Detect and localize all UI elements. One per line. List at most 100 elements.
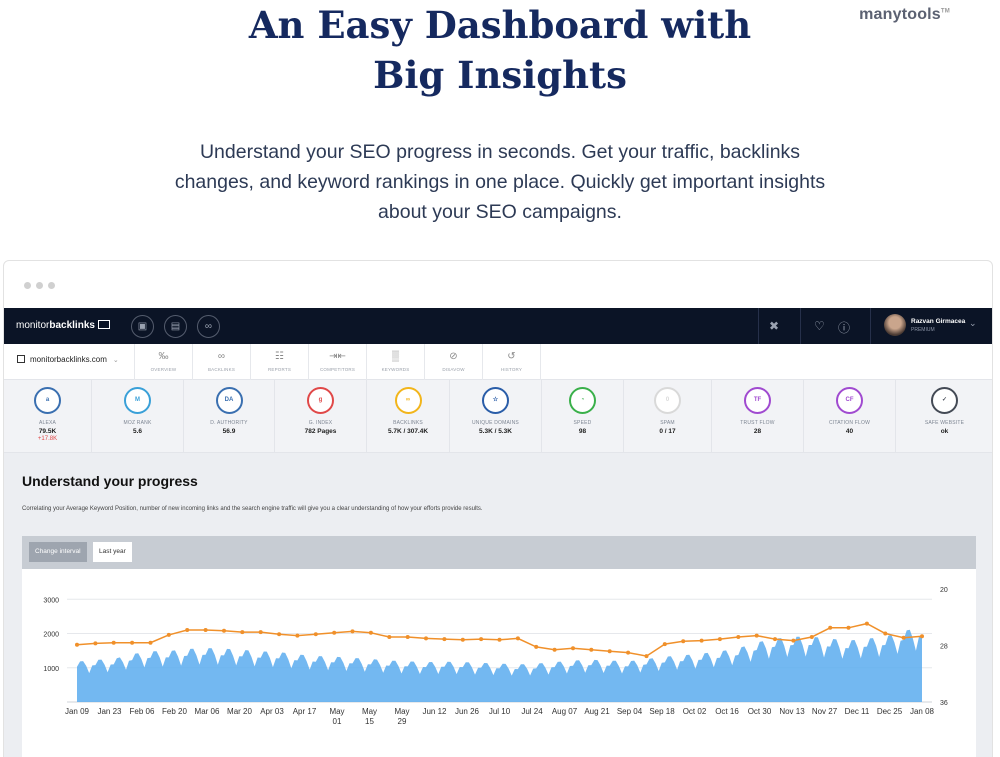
nav-disavow[interactable]: ⊘ DISAVOW — [425, 344, 483, 380]
keyword-position-point — [497, 637, 502, 642]
x-tick-label: Apr 17 — [293, 707, 317, 716]
metric-backlinks[interactable]: ∞ BACKLINKS 5.7K / 307.4K — [367, 380, 450, 453]
help-icon[interactable]: ⓘ — [838, 319, 850, 336]
keyword-position-point — [791, 638, 796, 643]
x-tick-month: May — [329, 707, 344, 716]
metric-value: 5.6 — [132, 428, 143, 435]
keyword-position-point — [515, 636, 520, 641]
metric-label: D. AUTHORITY — [210, 420, 248, 426]
y-right-tick-label: 28 — [940, 644, 948, 651]
nav-label: OVERVIEW — [150, 367, 177, 372]
x-tick-label: Aug 21 — [584, 707, 610, 716]
metric-label: UNIQUE DOMAINS — [472, 420, 519, 426]
metric-citation-flow[interactable]: CF CITATION FLOW 40 — [804, 380, 896, 453]
keyword-position-point — [479, 637, 484, 642]
nav-overview[interactable]: ‰ OVERVIEW — [135, 344, 193, 380]
metric-value: 56.9 — [222, 428, 236, 435]
keyword-position-point — [185, 628, 190, 632]
metric-safe-website[interactable]: ✓ SAFE WEBSITE ok — [896, 380, 992, 453]
x-tick-label: Dec 25 — [877, 707, 903, 716]
glasses-icon: ‰ — [158, 351, 169, 362]
app-logo-light: monitor — [16, 320, 50, 331]
keyword-position-point — [350, 629, 355, 634]
keyword-position-point — [828, 625, 833, 630]
x-tick-month: May — [394, 707, 409, 716]
nav-backlinks[interactable]: ∞ BACKLINKS — [193, 344, 251, 380]
keyword-position-point — [883, 631, 888, 636]
metric-value: 28 — [753, 428, 762, 435]
metric-trust-flow[interactable]: TF TRUST FLOW 28 — [712, 380, 804, 453]
link-icon[interactable]: ∞ — [197, 315, 220, 338]
metric-badge-icon: g — [307, 387, 334, 414]
metric-value: 782 Pages — [304, 428, 337, 435]
x-tick-label: Nov 13 — [779, 707, 805, 716]
keyword-position-point — [534, 644, 539, 649]
user-name[interactable]: Razvan Girmacea — [911, 318, 965, 325]
app-logo[interactable]: monitorbacklinks — [16, 320, 110, 331]
window-dot — [36, 282, 43, 289]
nav-competitors[interactable]: ⇥⇤ COMPETITORS — [309, 344, 367, 380]
manytools-logo[interactable]: manytoolsTM — [859, 6, 950, 24]
x-tick-label: Dec 11 — [845, 707, 870, 716]
app-logo-bold: backlinks — [49, 320, 95, 331]
metric-speed[interactable]: ◔ SPEED 98 — [542, 380, 624, 453]
keyword-position-point — [589, 647, 594, 652]
keyword-position-point — [571, 646, 575, 651]
metric-alexa[interactable]: a ALEXA 79.5K +17.8K — [4, 380, 92, 453]
window-dot — [48, 282, 55, 289]
x-tick-label: Mar 06 — [195, 707, 220, 716]
nav-reports[interactable]: ☷ REPORTS — [251, 344, 309, 380]
interval-select[interactable]: Last year — [93, 542, 132, 562]
metric-delta: +17.8K — [37, 436, 58, 442]
metric-spam[interactable]: 0 SPAM 0 / 17 — [624, 380, 712, 453]
metric-badge-icon: TF — [744, 387, 771, 414]
keyword-position-point — [295, 633, 300, 638]
x-tick-label: Oct 30 — [748, 707, 772, 716]
topbar-divider — [870, 308, 871, 344]
app-window: monitorbacklinks ▣ ▤ ∞ ✖ ♡ ⓘ Razvan Girm… — [3, 260, 993, 757]
x-tick-label: Jul 10 — [489, 707, 511, 716]
site-selector[interactable]: monitorbacklinks.com ⌄ — [17, 355, 119, 364]
brand-tm: TM — [940, 8, 950, 15]
metric-moz-rank[interactable]: M MOZ RANK 5.6 — [92, 380, 184, 453]
keyword-position-point — [277, 632, 282, 637]
chart-icon[interactable]: ▤ — [164, 315, 187, 338]
nav-label: COMPETITORS — [319, 367, 356, 372]
x-tick-label: Apr 03 — [260, 707, 284, 716]
hero-title-line2: Big Insights — [373, 53, 627, 97]
heart-icon[interactable]: ♡ — [814, 319, 825, 333]
metric-d-authority[interactable]: DA D. AUTHORITY 56.9 — [184, 380, 275, 453]
metric-badge-icon: a — [34, 387, 61, 414]
keyword-position-point — [240, 630, 245, 635]
change-interval-button[interactable]: Change interval — [29, 542, 87, 562]
keyword-position-point — [552, 647, 557, 652]
tools-icon[interactable]: ✖ — [769, 319, 779, 333]
metric-badge-icon: ✓ — [931, 387, 958, 414]
keyword-position-point — [148, 640, 153, 645]
keyword-position-point — [166, 632, 171, 637]
metrics-bar: a ALEXA 79.5K +17.8K M MOZ RANK 5.6 DA D. AUTHOR… — [4, 380, 992, 453]
avatar[interactable] — [884, 314, 906, 336]
chevron-down-icon[interactable]: ⌄ — [969, 318, 977, 329]
x-tick-label: Jun 26 — [455, 707, 480, 716]
nav-history[interactable]: ↺ HISTORY — [483, 344, 541, 380]
nav-label: HISTORY — [500, 367, 523, 372]
briefcase-icon[interactable]: ▣ — [131, 315, 154, 338]
keyword-position-point — [699, 638, 704, 643]
keyword-position-point — [460, 637, 465, 642]
user-plan: PREMIUM — [911, 327, 935, 333]
x-tick-label: Sep 04 — [617, 707, 643, 716]
x-tick-day: 29 — [398, 717, 407, 726]
nav-keywords[interactable]: ▒ KEYWORDS — [367, 344, 425, 380]
metric-unique-domains[interactable]: ☆ UNIQUE DOMAINS 5.3K / 5.3K — [450, 380, 542, 453]
hero-subtitle-line3: about your SEO campaigns. — [378, 201, 622, 223]
x-tick-label: Sep 18 — [649, 707, 675, 716]
metric-value: 79.5K — [38, 428, 57, 435]
hero-subtitle-line1: Understand your SEO progress in seconds.… — [199, 141, 801, 163]
metric-badge-icon: ∞ — [394, 387, 422, 414]
x-tick-label: Nov 27 — [812, 707, 838, 716]
metric-value: 98 — [578, 428, 587, 435]
metric-value: ok — [940, 428, 949, 435]
keyword-position-point — [222, 628, 226, 633]
metric-g-index[interactable]: g G. INDEX 782 Pages — [275, 380, 367, 453]
